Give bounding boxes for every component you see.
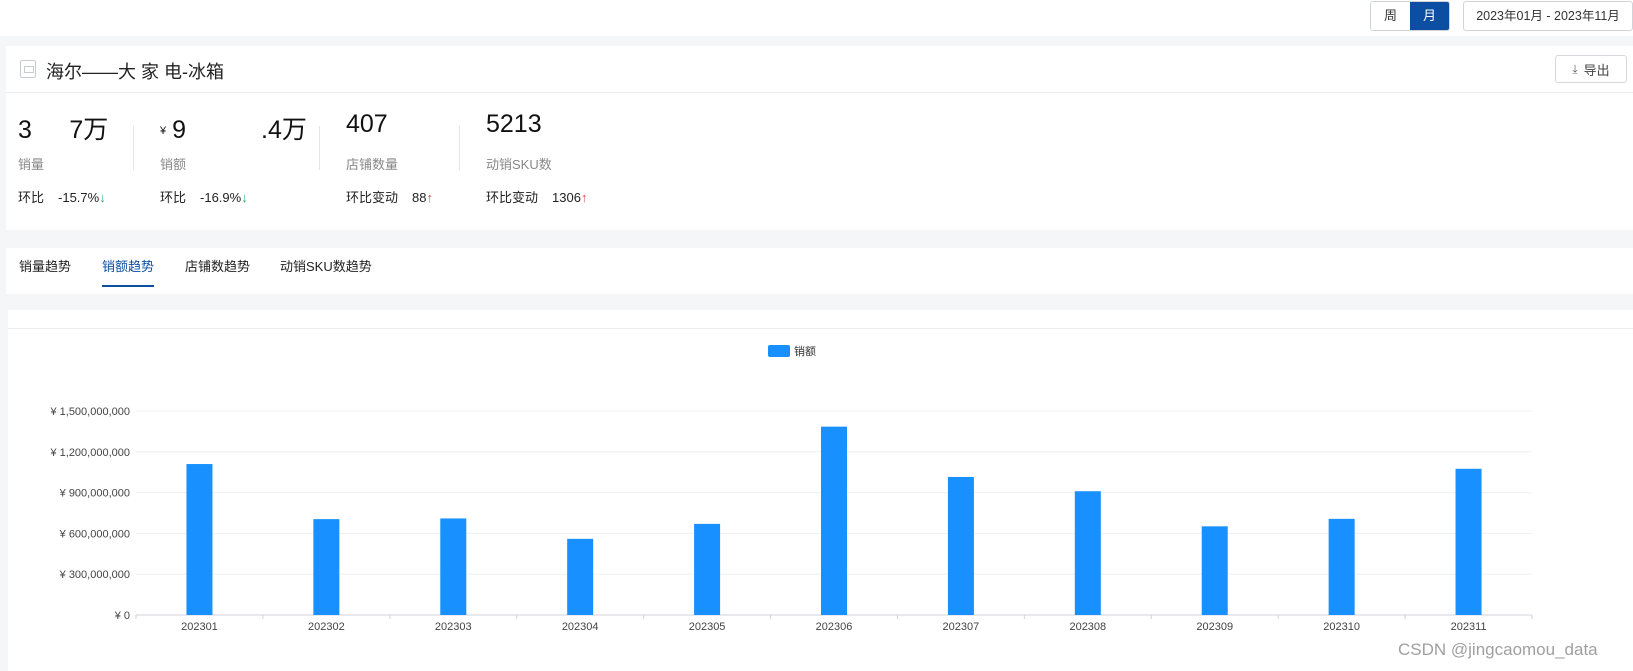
download-icon: ⤓ [1572, 61, 1578, 76]
y-tick-label: ¥ 600,000,000 [59, 528, 130, 540]
y-tick-label: ¥ 1,200,000,000 [49, 447, 130, 459]
metric-value-text: 9 .4万 [172, 116, 307, 144]
y-tick-label: ¥ 1,500,000,000 [49, 406, 130, 418]
summary-header: 海尔——大 家 电-冰箱 ⤓ 导出 [6, 46, 1633, 93]
x-tick-label: 202311 [1451, 621, 1487, 633]
delta-value: -16.9% [200, 190, 242, 205]
x-tick-label: 202301 [181, 621, 218, 633]
currency-symbol: ¥ [160, 125, 167, 138]
bar [947, 476, 974, 615]
legend-label: 销额 [794, 344, 816, 358]
x-tick-label: 202308 [1069, 621, 1106, 633]
delta-label: 环比变动 [346, 190, 399, 205]
y-tick-label: ¥ 900,000,000 [59, 488, 130, 500]
metric-delta: 环比变动 88↑ [346, 187, 433, 206]
bar [440, 518, 467, 615]
tab-sku-count-trend[interactable]: 动销SKU数趋势 [280, 256, 372, 285]
x-tick-label: 202306 [816, 621, 853, 633]
metric-divider [319, 126, 320, 170]
metric-label: 动销SKU数 [486, 157, 552, 172]
period-month-button[interactable]: 月 [1410, 2, 1449, 30]
x-tick-label: 202305 [689, 621, 726, 633]
bar [694, 523, 721, 615]
bar [1455, 468, 1482, 615]
bar [1328, 518, 1355, 615]
tab-store-count-trend[interactable]: 店铺数趋势 [185, 256, 250, 285]
metric-value: 3 7万 [18, 116, 109, 144]
legend-swatch [768, 345, 790, 357]
bar [1074, 491, 1101, 615]
metric-sales-amount: ¥9 .4万 销额 环比 -16.9%↓ [160, 110, 307, 206]
metric-label: 店铺数量 [346, 157, 399, 172]
bar [1201, 526, 1228, 615]
arrow-down-icon: ↓ [241, 190, 248, 205]
metric-delta: 环比变动 1306↑ [486, 187, 587, 206]
bar [186, 464, 213, 615]
tab-sales-volume-trend[interactable]: 销量趋势 [19, 256, 71, 285]
watermark-text: CSDN @jingcaomou_data [1398, 640, 1598, 659]
metric-divider [133, 126, 134, 170]
bar [567, 538, 594, 615]
metric-value: 407 [346, 110, 388, 138]
metric-label: 销额 [160, 157, 187, 172]
y-tick-label: ¥ 0 [114, 610, 130, 622]
delta-label: 环比 [18, 190, 45, 205]
export-label: 导出 [1583, 62, 1610, 78]
y-tick-label: ¥ 300,000,000 [59, 569, 130, 581]
x-tick-label: 202307 [943, 621, 980, 633]
delta-value: 1306 [552, 190, 581, 205]
metric-value: 5213 [486, 110, 542, 138]
delta-label: 环比 [160, 190, 187, 205]
date-range-picker[interactable]: 2023年01月 - 2023年11月 [1463, 1, 1633, 31]
delta-value: 88 [412, 190, 427, 205]
arrow-down-icon: ↓ [99, 190, 106, 205]
metric-value: ¥9 .4万 [160, 110, 307, 144]
tab-sales-amount-trend[interactable]: 销额趋势 [102, 256, 155, 287]
period-week-button[interactable]: 周 [1371, 2, 1410, 30]
metric-sales-volume: 3 7万 销量 环比 -15.7%↓ [18, 110, 108, 206]
delta-value: -15.7% [58, 190, 100, 205]
metric-sku-count: 5213 动销SKU数 环比变动 1306↑ [486, 110, 587, 206]
metric-divider [459, 126, 460, 170]
summary-title: 海尔——大 家 电-冰箱 [46, 62, 224, 82]
top-toolbar: 周 月 2023年01月 - 2023年11月 [0, 0, 1633, 36]
arrow-up-icon: ↑ [580, 190, 588, 205]
bar [313, 519, 340, 615]
document-icon [20, 60, 36, 78]
summary-card: 海尔——大 家 电-冰箱 ⤓ 导出 3 7万 销量 环比 -15.7%↓ ¥9 .… [6, 46, 1633, 230]
metric-delta: 环比 -16.9%↓ [160, 187, 307, 206]
metric-label: 销量 [18, 157, 45, 172]
metric-delta: 环比 -15.7%↓ [18, 187, 108, 206]
trend-tabs: 销量趋势 销额趋势 店铺数趋势 动销SKU数趋势 [6, 248, 1633, 294]
delta-label: 环比变动 [486, 190, 539, 205]
x-tick-label: 202303 [435, 621, 472, 633]
sales-amount-bar-chart: ¥ 0 ¥ 300,000,000 ¥ 600,000,000 ¥ 900,000,0… [49, 344, 1533, 633]
chart-card: ¥ 0 ¥ 300,000,000 ¥ 600,000,000 ¥ 900,000,0… [8, 310, 1633, 671]
x-tick-label: 202302 [308, 621, 345, 633]
arrow-up-icon: ↑ [426, 190, 433, 205]
bar [821, 426, 847, 615]
x-tick-label: 202304 [562, 621, 599, 633]
period-toggle: 周 月 [1370, 1, 1450, 31]
metric-store-count: 407 店铺数量 环比变动 88↑ [346, 110, 433, 206]
x-tick-label: 202310 [1323, 621, 1360, 633]
x-tick-label: 202309 [1196, 621, 1233, 633]
export-button[interactable]: ⤓ 导出 [1555, 55, 1627, 83]
